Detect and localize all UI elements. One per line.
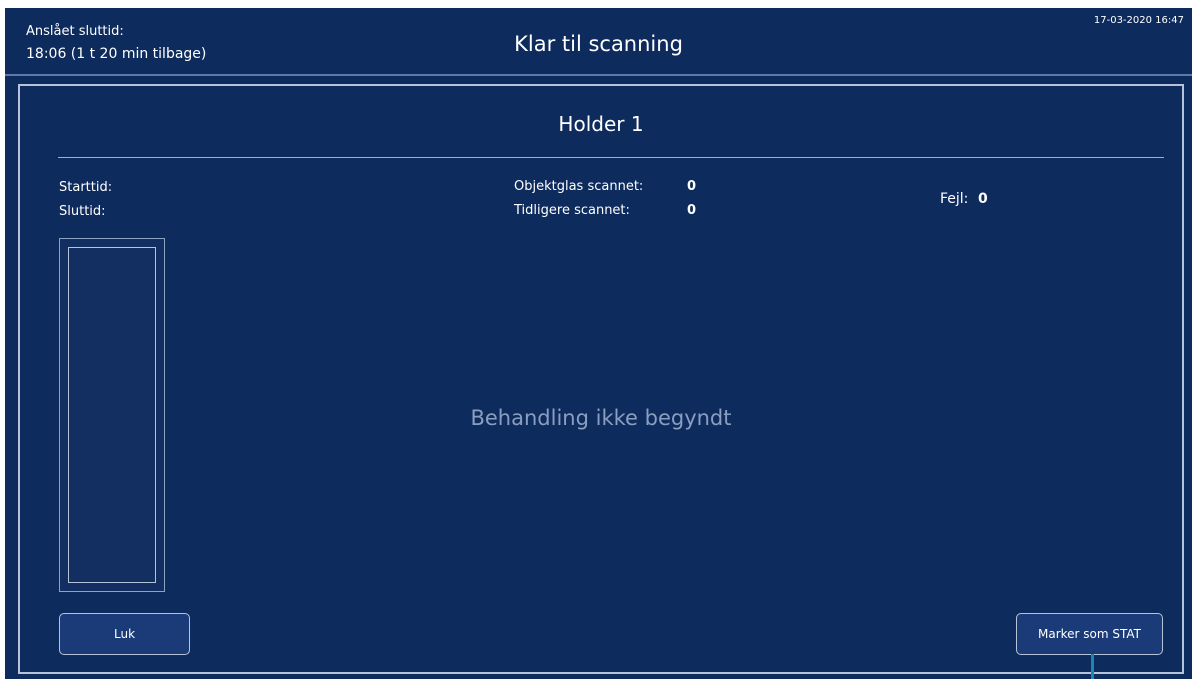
errors-value: 0 xyxy=(978,191,988,207)
scanner-screen: Anslået sluttid: 18:06 (1 t 20 min tilba… xyxy=(5,8,1192,679)
start-time-label: Starttid: xyxy=(59,180,113,195)
slides-scanned-value: 0 xyxy=(687,179,697,194)
datetime: 17-03-2020 16:47 xyxy=(1093,15,1184,26)
close-button[interactable]: Luk xyxy=(59,613,190,655)
top-bar: Anslået sluttid: 18:06 (1 t 20 min tilba… xyxy=(5,8,1192,76)
holder-panel: Holder 1 Starttid: Sluttid: Objektglas s… xyxy=(18,84,1184,674)
previously-scanned-value: 0 xyxy=(687,203,697,218)
divider xyxy=(58,157,1164,158)
previously-scanned-label: Tidligere scannet: xyxy=(514,203,630,218)
holder-title: Holder 1 xyxy=(558,112,644,136)
status-message: Behandling ikke begyndt xyxy=(470,406,732,430)
slides-scanned-label: Objektglas scannet: xyxy=(514,179,644,194)
screen-title: Klar til scanning xyxy=(514,32,683,56)
callout-line xyxy=(1091,654,1094,679)
errors-label: Fejl: xyxy=(940,191,969,207)
mark-stat-button[interactable]: Marker som STAT xyxy=(1016,613,1163,655)
end-time-label: Sluttid: xyxy=(59,204,106,219)
